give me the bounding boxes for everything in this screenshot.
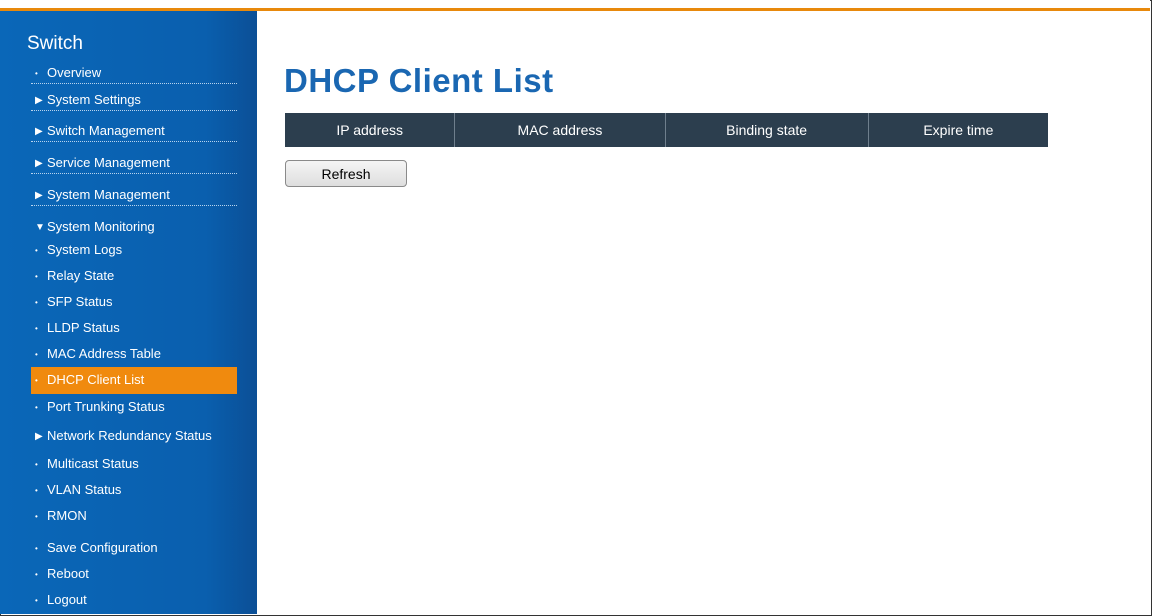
sidebar-item-label: Save Configuration — [47, 540, 158, 555]
top-accent-bar — [0, 0, 1150, 11]
sidebar-item-overview[interactable]: • Overview — [31, 64, 237, 84]
column-header-mac-address: MAC address — [454, 113, 666, 147]
dhcp-client-table: IP address MAC address Binding state Exp… — [285, 113, 1048, 147]
sidebar-item-vlan-status[interactable]: • VLAN Status — [31, 481, 237, 500]
sidebar-item-logout[interactable]: • Logout — [31, 591, 237, 610]
sidebar-item-label: SFP Status — [47, 294, 113, 309]
sidebar-item-label: Multicast Status — [47, 456, 139, 471]
sidebar-item-system-logs[interactable]: • System Logs — [31, 241, 237, 260]
sidebar-item-port-trunking-status[interactable]: • Port Trunking Status — [31, 398, 237, 417]
expand-arrow-icon: ▶ — [35, 430, 43, 442]
sidebar-item-label: Logout — [47, 592, 87, 607]
expand-arrow-icon: ▶ — [35, 189, 43, 201]
bullet-icon: • — [35, 402, 38, 412]
bullet-icon: • — [35, 511, 38, 521]
bullet-icon: • — [35, 349, 38, 359]
sidebar-item-reboot[interactable]: • Reboot — [31, 565, 237, 584]
sidebar: Switch • Overview ▶ System Settings ▶ Switc… — [0, 11, 257, 614]
sidebar-item-label: System Management — [47, 187, 170, 202]
sidebar-item-system-settings[interactable]: ▶ System Settings — [31, 91, 237, 111]
sidebar-item-relay-state[interactable]: • Relay State — [31, 267, 237, 286]
column-header-ip-address: IP address — [285, 113, 455, 147]
bullet-icon: • — [35, 323, 38, 333]
bullet-icon: • — [35, 543, 38, 553]
sidebar-item-system-management[interactable]: ▶ System Management — [31, 186, 237, 206]
bullet-icon: • — [35, 375, 38, 385]
sidebar-item-save-configuration[interactable]: • Save Configuration — [31, 539, 237, 558]
table-header-row: IP address MAC address Binding state Exp… — [285, 113, 1048, 147]
sidebar-item-label: System Monitoring — [47, 219, 155, 234]
sidebar-item-mac-address-table[interactable]: • MAC Address Table — [31, 345, 237, 364]
sidebar-item-rmon[interactable]: • RMON — [31, 507, 237, 526]
bullet-icon: • — [35, 297, 38, 307]
sidebar-item-label: MAC Address Table — [47, 346, 161, 361]
sidebar-item-label: LLDP Status — [47, 320, 120, 335]
sidebar-item-label: Network Redundancy Status — [47, 428, 212, 443]
sidebar-item-network-redundancy-status[interactable]: ▶ Network Redundancy Status — [31, 427, 237, 446]
bullet-icon: • — [35, 271, 38, 281]
sidebar-item-label: System Logs — [47, 242, 123, 257]
collapse-arrow-icon: ▼ — [35, 221, 45, 233]
sidebar-item-label: Switch Management — [47, 123, 165, 138]
sidebar-item-label: DHCP Client List — [47, 372, 145, 387]
sidebar-item-label: Port Trunking Status — [47, 399, 165, 414]
sidebar-item-dhcp-client-list[interactable]: • DHCP Client List — [31, 367, 237, 394]
sidebar-item-service-management[interactable]: ▶ Service Management — [31, 154, 237, 174]
sidebar-item-system-monitoring[interactable]: ▼ System Monitoring — [31, 218, 237, 237]
sidebar-item-label: RMON — [47, 508, 87, 523]
bullet-icon: • — [35, 68, 38, 78]
bullet-icon: • — [35, 245, 38, 255]
bullet-icon: • — [35, 459, 38, 469]
page-title: DHCP Client List — [284, 62, 554, 99]
sidebar-item-label: Service Management — [47, 155, 170, 170]
expand-arrow-icon: ▶ — [35, 94, 43, 106]
sidebar-item-label: VLAN Status — [47, 482, 122, 497]
sidebar-item-sfp-status[interactable]: • SFP Status — [31, 293, 237, 312]
refresh-button[interactable]: Refresh — [285, 160, 407, 187]
sidebar-item-label: Relay State — [47, 268, 115, 283]
expand-arrow-icon: ▶ — [35, 157, 43, 169]
sidebar-title: Switch — [27, 33, 83, 54]
sidebar-item-label: Reboot — [47, 566, 89, 581]
sidebar-item-switch-management[interactable]: ▶ Switch Management — [31, 122, 237, 142]
expand-arrow-icon: ▶ — [35, 125, 43, 137]
sidebar-item-lldp-status[interactable]: • LLDP Status — [31, 319, 237, 338]
column-header-expire-time: Expire time — [867, 113, 1048, 147]
sidebar-item-label: Overview — [47, 65, 102, 80]
bullet-icon: • — [35, 595, 38, 605]
bullet-icon: • — [35, 569, 38, 579]
bullet-icon: • — [35, 485, 38, 495]
sidebar-item-multicast-status[interactable]: • Multicast Status — [31, 455, 237, 474]
sidebar-item-label: System Settings — [47, 92, 141, 107]
column-header-binding-state: Binding state — [664, 113, 869, 147]
